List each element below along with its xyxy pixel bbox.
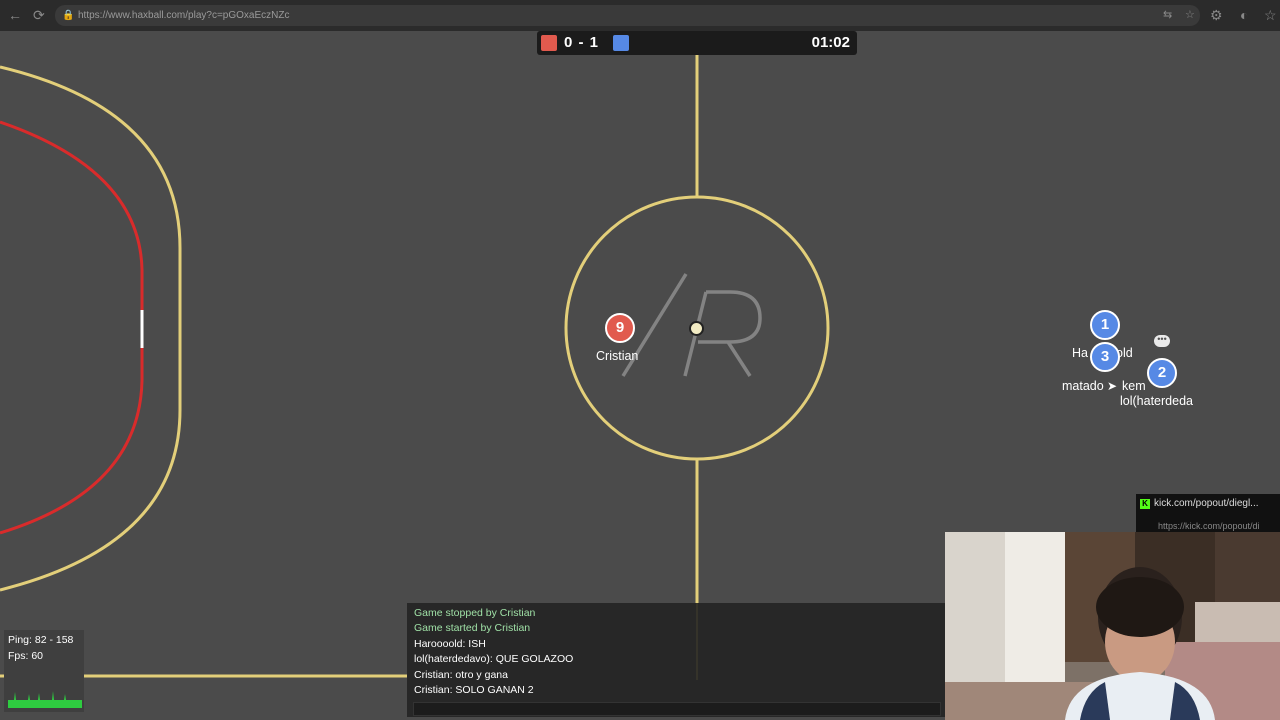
chat-message: Cristian: SOLO GANAN 2 [414, 684, 534, 696]
game-clock: 01:02 [811, 34, 850, 51]
player-name-cristian: Cristian [596, 349, 639, 363]
chat-message: Game started by Cristian [414, 622, 531, 634]
kick-popout-title: kick.com/popout/diegl... [1154, 498, 1259, 509]
translate-icon[interactable]: ⇆ [1163, 5, 1172, 26]
chat-message: Haroooold: ISH [414, 638, 486, 650]
chat-input[interactable] [413, 702, 941, 716]
ping-text: Ping: 82 - 158 [8, 634, 74, 646]
browser-toolbar: ← ⟳ 🔒 https://www.haxball.com/play?c=pGO… [0, 0, 1280, 32]
url-text[interactable]: https://www.haxball.com/play?c=pGOxaEczN… [78, 5, 289, 26]
fps-text: Fps: 60 [8, 650, 44, 662]
red-team-icon [541, 35, 557, 51]
mouse-cursor-icon: ➤ [1107, 379, 1118, 393]
chat-message: Cristian: otro y gana [414, 669, 508, 681]
player-name-matador: matado [1062, 379, 1104, 393]
player-matador: 3 [1090, 342, 1120, 372]
player-name-lol: lol(haterdeda [1120, 394, 1193, 408]
scoreboard: 0 - 1 01:02 [537, 31, 857, 55]
webcam-image [945, 532, 1280, 720]
kick-popout-url: https://kick.com/popout/di [1158, 521, 1260, 531]
kick-popout-header[interactable]: K kick.com/popout/diegl... https://kick.… [1136, 494, 1280, 534]
player-name-kem: kem [1122, 379, 1146, 393]
kick-logo-icon: K [1140, 499, 1150, 509]
network-stats: Ping: 82 - 158 Fps: 60 [4, 630, 84, 712]
left-goal-area [0, 120, 144, 535]
player-cristian: 9 [605, 313, 635, 343]
player-name-haroooold: Ha [1072, 346, 1088, 360]
typing-bubble-icon: ••• [1154, 335, 1170, 347]
profile-icon[interactable]: ◐ [1240, 7, 1248, 23]
ball [689, 321, 704, 336]
fps-graph [8, 691, 82, 708]
blue-team-icon [613, 35, 629, 51]
chat-message: Game stopped by Cristian [414, 607, 536, 619]
chat-message: lol(haterdedavo): QUE GOLAZOO [414, 653, 574, 665]
reload-icon[interactable]: ⟳ [33, 7, 45, 24]
lock-icon[interactable]: 🔒 [62, 5, 74, 26]
score-text: 0 - 1 [564, 34, 600, 51]
player-haroooold: 1 [1090, 310, 1120, 340]
player-lol: 2 [1147, 358, 1177, 388]
extensions-icon[interactable]: ⚙ [1210, 7, 1223, 24]
favorites-icon[interactable]: ☆ [1264, 7, 1277, 24]
address-bar[interactable]: 🔒 https://www.haxball.com/play?c=pGOxaEc… [55, 5, 1200, 26]
left-arc-outer [0, 65, 182, 592]
star-icon[interactable]: ☆ [1185, 5, 1195, 26]
chat-panel: Game stopped by Cristian Game started by… [407, 603, 945, 717]
webcam-overlay [945, 532, 1280, 720]
back-icon[interactable]: ← [8, 7, 22, 23]
